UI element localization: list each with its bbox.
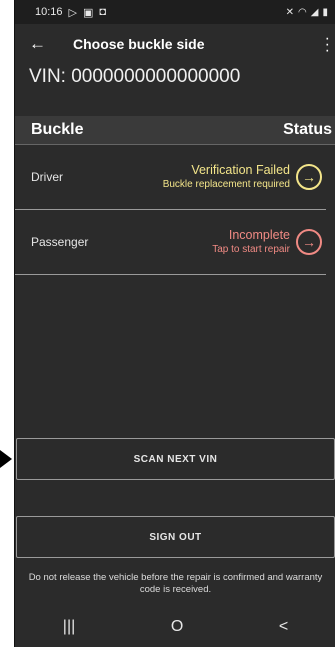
status-bar: 10:16 ▷ ▣ ◘ ✕ ◠ ◢ ▮ (15, 0, 335, 24)
release-notice: Do not release the vehicle before the re… (28, 572, 323, 595)
status-text: Verification Failed (191, 163, 290, 177)
buckle-row-driver[interactable]: Driver Verification Failed Buckle replac… (15, 145, 326, 210)
pointer-arrow-icon (0, 450, 12, 468)
table-header: Buckle Status (15, 116, 335, 145)
buckle-column-header: Buckle (31, 121, 84, 138)
app-bar: ← Choose buckle side · · · (15, 24, 335, 64)
back-arrow-icon[interactable]: ← (29, 34, 59, 54)
status-text: Incomplete (228, 228, 290, 242)
status-subtext: Tap to start repair (212, 244, 290, 255)
recents-icon[interactable]: ||| (63, 618, 75, 636)
notification-icon: ◘ (99, 6, 107, 18)
battery-icon: ▮ (322, 6, 328, 18)
play-icon: ▷ (68, 6, 77, 19)
row-name: Driver (31, 170, 63, 184)
scan-next-vin-button[interactable]: SCAN NEXT VIN (16, 438, 335, 480)
home-icon[interactable]: O (171, 618, 183, 636)
system-nav-bar: ||| O < (15, 607, 335, 647)
signal-icon: ◢ (310, 6, 319, 18)
vin-label: VIN: 0000000000000000 (29, 66, 241, 87)
page-title: Choose buckle side (73, 36, 205, 52)
sign-out-button[interactable]: SIGN OUT (16, 516, 335, 558)
row-status: Incomplete Tap to start repair → (212, 228, 322, 256)
row-name: Passenger (31, 235, 89, 249)
buckle-row-passenger[interactable]: Passenger Incomplete Tap to start repair… (15, 210, 326, 275)
status-column-header: Status (283, 121, 332, 138)
row-status: Verification Failed Buckle replacement r… (163, 163, 322, 191)
arrow-right-circle-icon[interactable]: → (296, 164, 322, 190)
phone-screen: 10:16 ▷ ▣ ◘ ✕ ◠ ◢ ▮ ← Choose buckle side… (14, 0, 335, 647)
status-subtext: Buckle replacement required (162, 179, 290, 190)
nav-back-icon[interactable]: < (279, 618, 288, 636)
wifi-icon: ◠ (298, 6, 307, 18)
mute-icon: ✕ (285, 6, 295, 18)
more-vertical-icon[interactable]: · · · (325, 31, 330, 59)
arrow-right-circle-icon[interactable]: → (296, 229, 322, 255)
image-icon: ▣ (83, 6, 94, 19)
status-time: 10:16 (35, 6, 63, 18)
